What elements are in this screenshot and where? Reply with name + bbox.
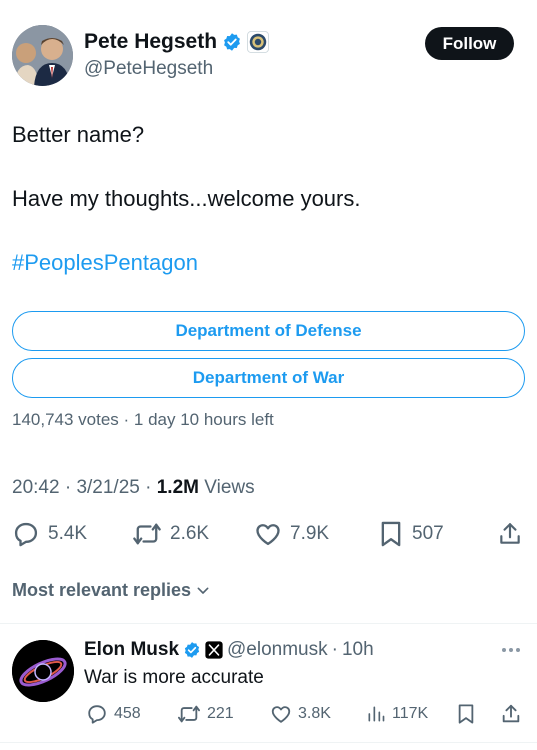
share-icon <box>502 704 520 723</box>
x-logo-icon <box>205 641 223 659</box>
reply-author-handle[interactable]: @elonmusk <box>227 639 328 661</box>
heart-icon <box>271 706 291 723</box>
reply-views-count: 117K <box>392 705 429 722</box>
poll-meta: 140,743 votes · 1 day 10 hours left <box>12 410 274 429</box>
repost-icon <box>178 705 200 723</box>
reply-author-avatar[interactable] <box>12 640 74 702</box>
reply-header: Elon Musk @elonmusk · 10h <box>84 639 374 661</box>
bookmark-icon <box>458 704 474 724</box>
dod-seal-icon <box>247 31 270 53</box>
author-handle[interactable]: @PeteHegseth <box>84 58 213 80</box>
follow-button[interactable]: Follow <box>425 27 514 60</box>
hashtag-link[interactable]: #PeoplesPentagon <box>12 250 198 276</box>
share-icon <box>500 523 520 544</box>
reply-icon <box>14 522 38 547</box>
reply-text: War is more accurate <box>84 667 264 688</box>
tweet-timestamp[interactable]: 20:42 · 3/21/25 · 1.2M Views <box>12 477 255 499</box>
analytics-icon <box>368 706 385 722</box>
reply-repost-button[interactable]: 221 <box>177 703 234 725</box>
share-button[interactable] <box>497 520 523 548</box>
tweet-time: 20:42 <box>12 477 60 498</box>
verified-badge-icon <box>224 33 240 51</box>
heart-icon <box>256 524 280 546</box>
author-name[interactable]: Pete Hegseth <box>84 30 270 54</box>
replies-sort-dropdown[interactable]: Most relevant replies <box>12 580 211 601</box>
poll-option-war[interactable]: Department of War <box>12 358 525 398</box>
like-button[interactable]: 7.9K <box>254 520 329 548</box>
reply-count: 5.4K <box>48 523 88 544</box>
reply-like-button[interactable]: 3.8K <box>270 703 331 725</box>
repost-icon <box>133 523 161 545</box>
reply-repost-count: 221 <box>207 705 234 722</box>
views-label: Views <box>204 477 255 498</box>
tweet-text-line-1: Better name? <box>12 122 145 147</box>
bookmark-icon <box>381 521 401 547</box>
tweet-date: 3/21/25 <box>76 477 140 498</box>
bottom-divider <box>0 742 537 743</box>
more-options-icon[interactable] <box>500 642 522 660</box>
bookmark-button[interactable]: 507 <box>378 520 444 548</box>
chevron-down-icon <box>197 587 209 594</box>
poll-option-defense[interactable]: Department of Defense <box>12 311 525 351</box>
tweet-text-line-2: Have my thoughts...welcome yours. <box>12 186 361 211</box>
reply-author-name[interactable]: Elon Musk <box>84 639 179 661</box>
verified-badge-icon <box>184 642 200 658</box>
reply-views-button[interactable]: 117K <box>366 703 428 725</box>
reply-time: 10h <box>341 639 374 660</box>
reply-button[interactable]: 5.4K <box>12 520 87 548</box>
repost-count: 2.6K <box>170 523 210 544</box>
author-avatar[interactable] <box>12 25 73 86</box>
repost-button[interactable]: 2.6K <box>132 520 209 548</box>
replies-sort-label: Most relevant replies <box>12 580 192 600</box>
reply-divider <box>0 623 537 624</box>
reply-like-count: 3.8K <box>298 705 331 722</box>
views-count: 1.2M <box>156 477 199 498</box>
reply-bookmark-button[interactable] <box>456 703 476 725</box>
reply-reply-count: 458 <box>114 705 141 722</box>
bookmark-count: 507 <box>412 523 444 544</box>
author-name-text[interactable]: Pete Hegseth <box>84 30 217 54</box>
reply-share-button[interactable] <box>500 703 522 725</box>
reply-reply-button[interactable]: 458 <box>86 703 141 725</box>
like-count: 7.9K <box>290 523 330 544</box>
reply-icon <box>88 705 106 724</box>
